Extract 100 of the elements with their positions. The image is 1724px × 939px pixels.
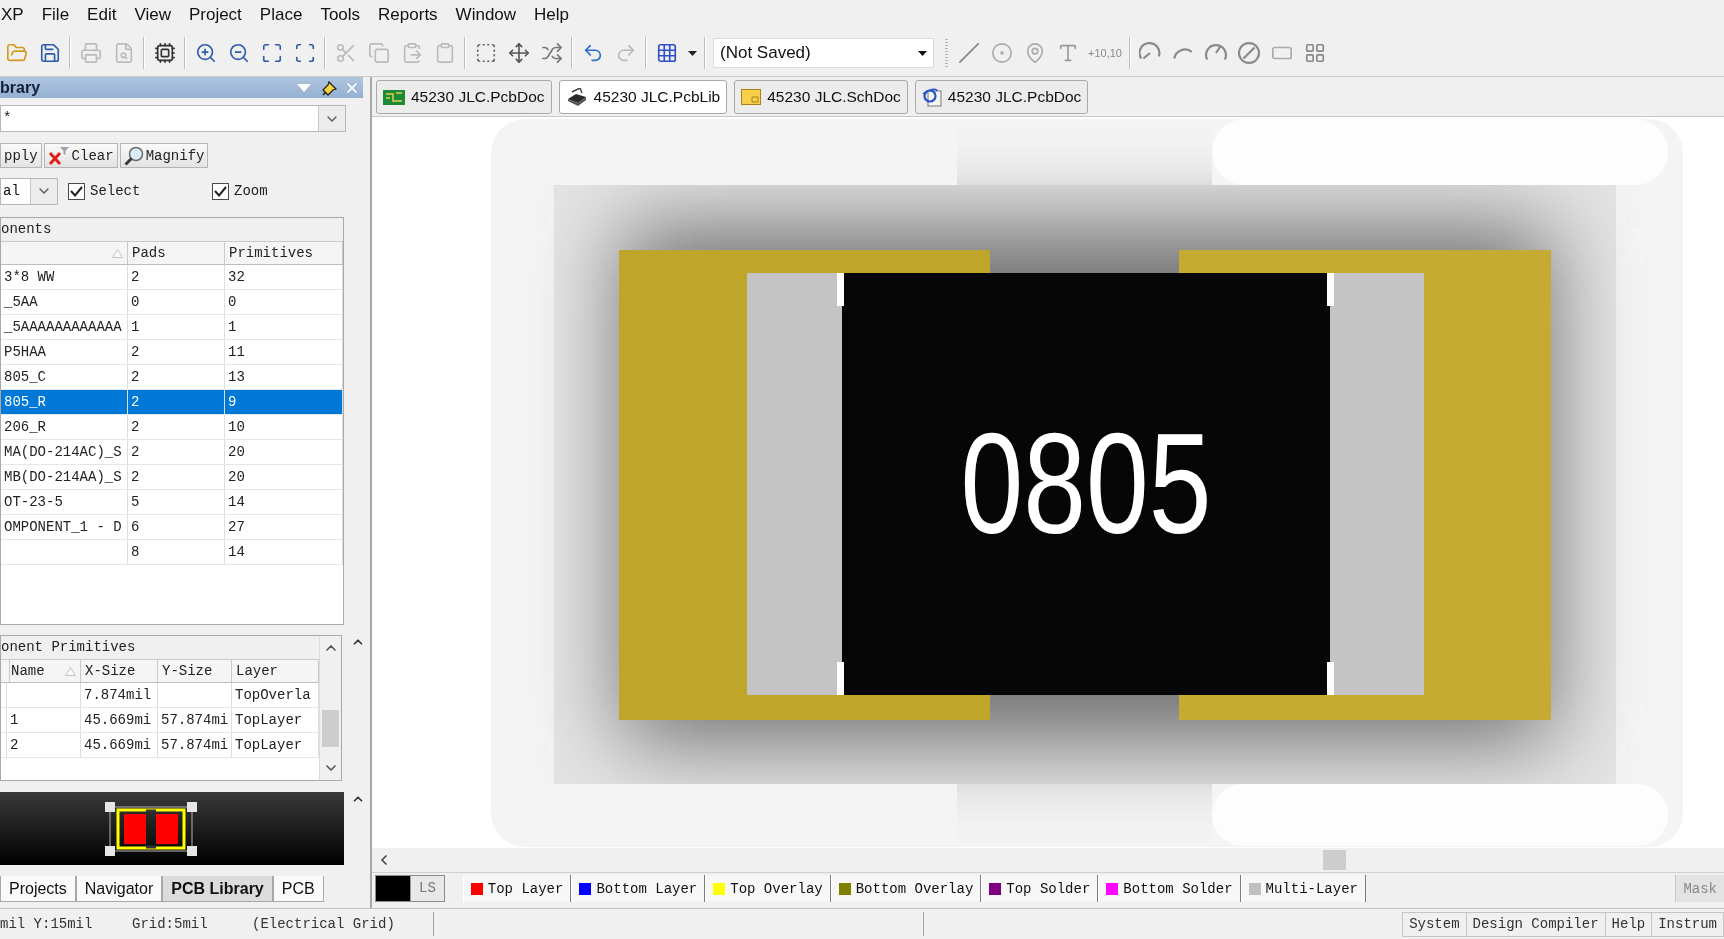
document-tab[interactable]: 45230 JLC.SchDoc (734, 80, 908, 114)
layer-tab[interactable]: Top Solder (981, 875, 1099, 902)
table-cell: 45.669mi (81, 733, 158, 757)
filter-button[interactable]: Magnify (119, 143, 209, 168)
table-cell: 2 (128, 390, 225, 414)
table-cell: 27 (225, 515, 343, 539)
checkbox[interactable] (68, 182, 85, 200)
menu-item[interactable]: Place (259, 3, 303, 27)
pin-icon[interactable] (322, 79, 338, 96)
menu-item[interactable]: Project (188, 3, 242, 27)
panel-tab[interactable]: Projects (0, 876, 76, 902)
layer-tab[interactable]: Bottom Layer (571, 875, 706, 902)
component-row[interactable]: _5AA 0 0 (1, 290, 343, 315)
current-layer-button[interactable]: LS (375, 875, 445, 902)
table-cell: 20 (225, 440, 343, 464)
grid-array-icon[interactable] (1304, 42, 1327, 64)
layer-tab[interactable]: Top Overlay (705, 875, 831, 902)
table-cell: 6 (128, 515, 225, 539)
terminal-edge-mark (1327, 273, 1334, 306)
component-row[interactable]: 206_R 2 10 (1, 415, 343, 440)
document-tab[interactable]: 45230 JLC.PcbLib (558, 80, 728, 114)
panel-tab[interactable]: PCB Library (162, 876, 273, 902)
triangle-down-icon[interactable] (297, 83, 311, 92)
line-icon[interactable] (957, 42, 980, 64)
column-header[interactable]: Y-Size (158, 660, 232, 682)
zoom-out-icon[interactable] (227, 42, 250, 64)
table-cell: 2 (128, 365, 225, 389)
panel-tab[interactable]: Navigator (75, 876, 163, 902)
component-row[interactable]: P5HAA 2 11 (1, 340, 343, 365)
table-cell: P5HAA (1, 340, 128, 364)
component-row[interactable]: OMPONENT_1 - D 6 27 (1, 515, 343, 540)
circle-dot-icon[interactable] (990, 42, 1013, 64)
menu-item[interactable]: XP (1, 3, 24, 27)
document-dropdown[interactable]: (Not Saved) (713, 38, 934, 68)
primitive-row[interactable]: 7.874mil TopOverla (1, 683, 319, 708)
component-row[interactable]: MB(DO-214AA)_S 2 20 (1, 465, 343, 490)
move-icon[interactable] (507, 42, 530, 64)
terminal-edge-mark (837, 662, 844, 695)
menu-item[interactable]: View (134, 3, 171, 27)
checkbox[interactable] (212, 182, 229, 200)
menu-item[interactable]: File (41, 3, 70, 27)
document-tab[interactable]: 45230 JLC.PcbDoc (376, 80, 552, 114)
component-row[interactable]: _5AAAAAAAAAAAA 1 1 (1, 315, 343, 340)
status-button[interactable]: Instrum (1651, 911, 1724, 937)
magnifier-icon (123, 145, 144, 166)
mask-mode-combobox[interactable]: al (0, 177, 58, 205)
table-cell: _5AAAAAAAAAAAA (1, 315, 128, 339)
dropdown-button[interactable] (30, 178, 57, 204)
folder-icon[interactable] (5, 42, 28, 64)
status-button[interactable]: Design Compiler (1465, 911, 1606, 937)
fit-frame-icon[interactable] (260, 42, 283, 64)
component-row[interactable]: 805_C 2 13 (1, 365, 343, 390)
component-row[interactable]: 805_R 2 9 (1, 390, 343, 415)
chip-icon[interactable] (153, 42, 176, 64)
scan-frame-icon[interactable] (293, 42, 316, 64)
menu-item[interactable]: Reports (378, 3, 438, 27)
table-cell: 13 (225, 365, 343, 389)
column-header[interactable]: Primitives (225, 242, 343, 264)
table-cell: 3*8 WW (1, 265, 128, 289)
layer-tab[interactable]: Bottom Solder (1098, 875, 1241, 902)
column-header[interactable]: Name (7, 660, 81, 682)
menu-item[interactable]: Window (455, 3, 517, 27)
filter-button[interactable]: pply (0, 143, 42, 168)
document-tab[interactable]: 45230 JLC.PcbDoc (914, 80, 1089, 114)
scrollbar-thumb[interactable] (1323, 850, 1346, 870)
table-cell: 2 (128, 265, 225, 289)
save-icon[interactable] (38, 42, 61, 64)
menu-item[interactable]: Tools (320, 3, 361, 27)
grid-icon[interactable] (655, 42, 678, 64)
table-title: onents (1, 218, 343, 242)
primitive-row[interactable]: 1 45.669mi 57.874mi TopLayer (1, 708, 319, 733)
shuffle-arrows-icon[interactable] (540, 42, 563, 64)
schematic-sheet-icon (741, 89, 762, 105)
filter-button[interactable]: Clear (43, 143, 118, 168)
primitive-row[interactable]: 2 45.669mi 57.874mi TopLayer (1, 733, 319, 758)
scrollbar-thumb[interactable] (322, 710, 339, 747)
zoom-in-icon[interactable] (194, 42, 217, 64)
component-row[interactable]: OT-23-5 5 14 (1, 490, 343, 515)
vertical-scrollbar[interactable] (319, 636, 341, 780)
column-header[interactable]: X-Size (81, 660, 158, 682)
menu-item[interactable]: Help (534, 3, 570, 27)
caret-icon[interactable] (687, 50, 697, 56)
menu-item[interactable]: Edit (87, 3, 117, 27)
component-row[interactable]: 8 14 (1, 540, 343, 565)
component-row[interactable]: 3*8 WW 2 32 (1, 265, 343, 290)
filter-combobox[interactable]: * (0, 105, 346, 132)
layer-tab[interactable]: Multi-Layer (1240, 875, 1366, 902)
layer-tab[interactable]: Top Layer (462, 875, 572, 902)
checkbox-label: Zoom (234, 183, 268, 199)
panel-tab[interactable]: PCB (272, 876, 324, 902)
table-cell: MB(DO-214AA)_S (1, 465, 128, 489)
dashed-select-icon[interactable] (474, 42, 497, 64)
status-button[interactable]: System (1402, 911, 1467, 937)
layer-tab[interactable]: Bottom Overlay (830, 875, 982, 902)
status-button[interactable]: Help (1604, 911, 1653, 937)
grip-handle-icon[interactable] (944, 39, 948, 67)
column-header[interactable]: Pads (128, 242, 225, 264)
dropdown-button[interactable] (318, 106, 345, 131)
table-cell: 11 (225, 340, 343, 364)
component-row[interactable]: MA(DO-214AC)_S 2 20 (1, 440, 343, 465)
